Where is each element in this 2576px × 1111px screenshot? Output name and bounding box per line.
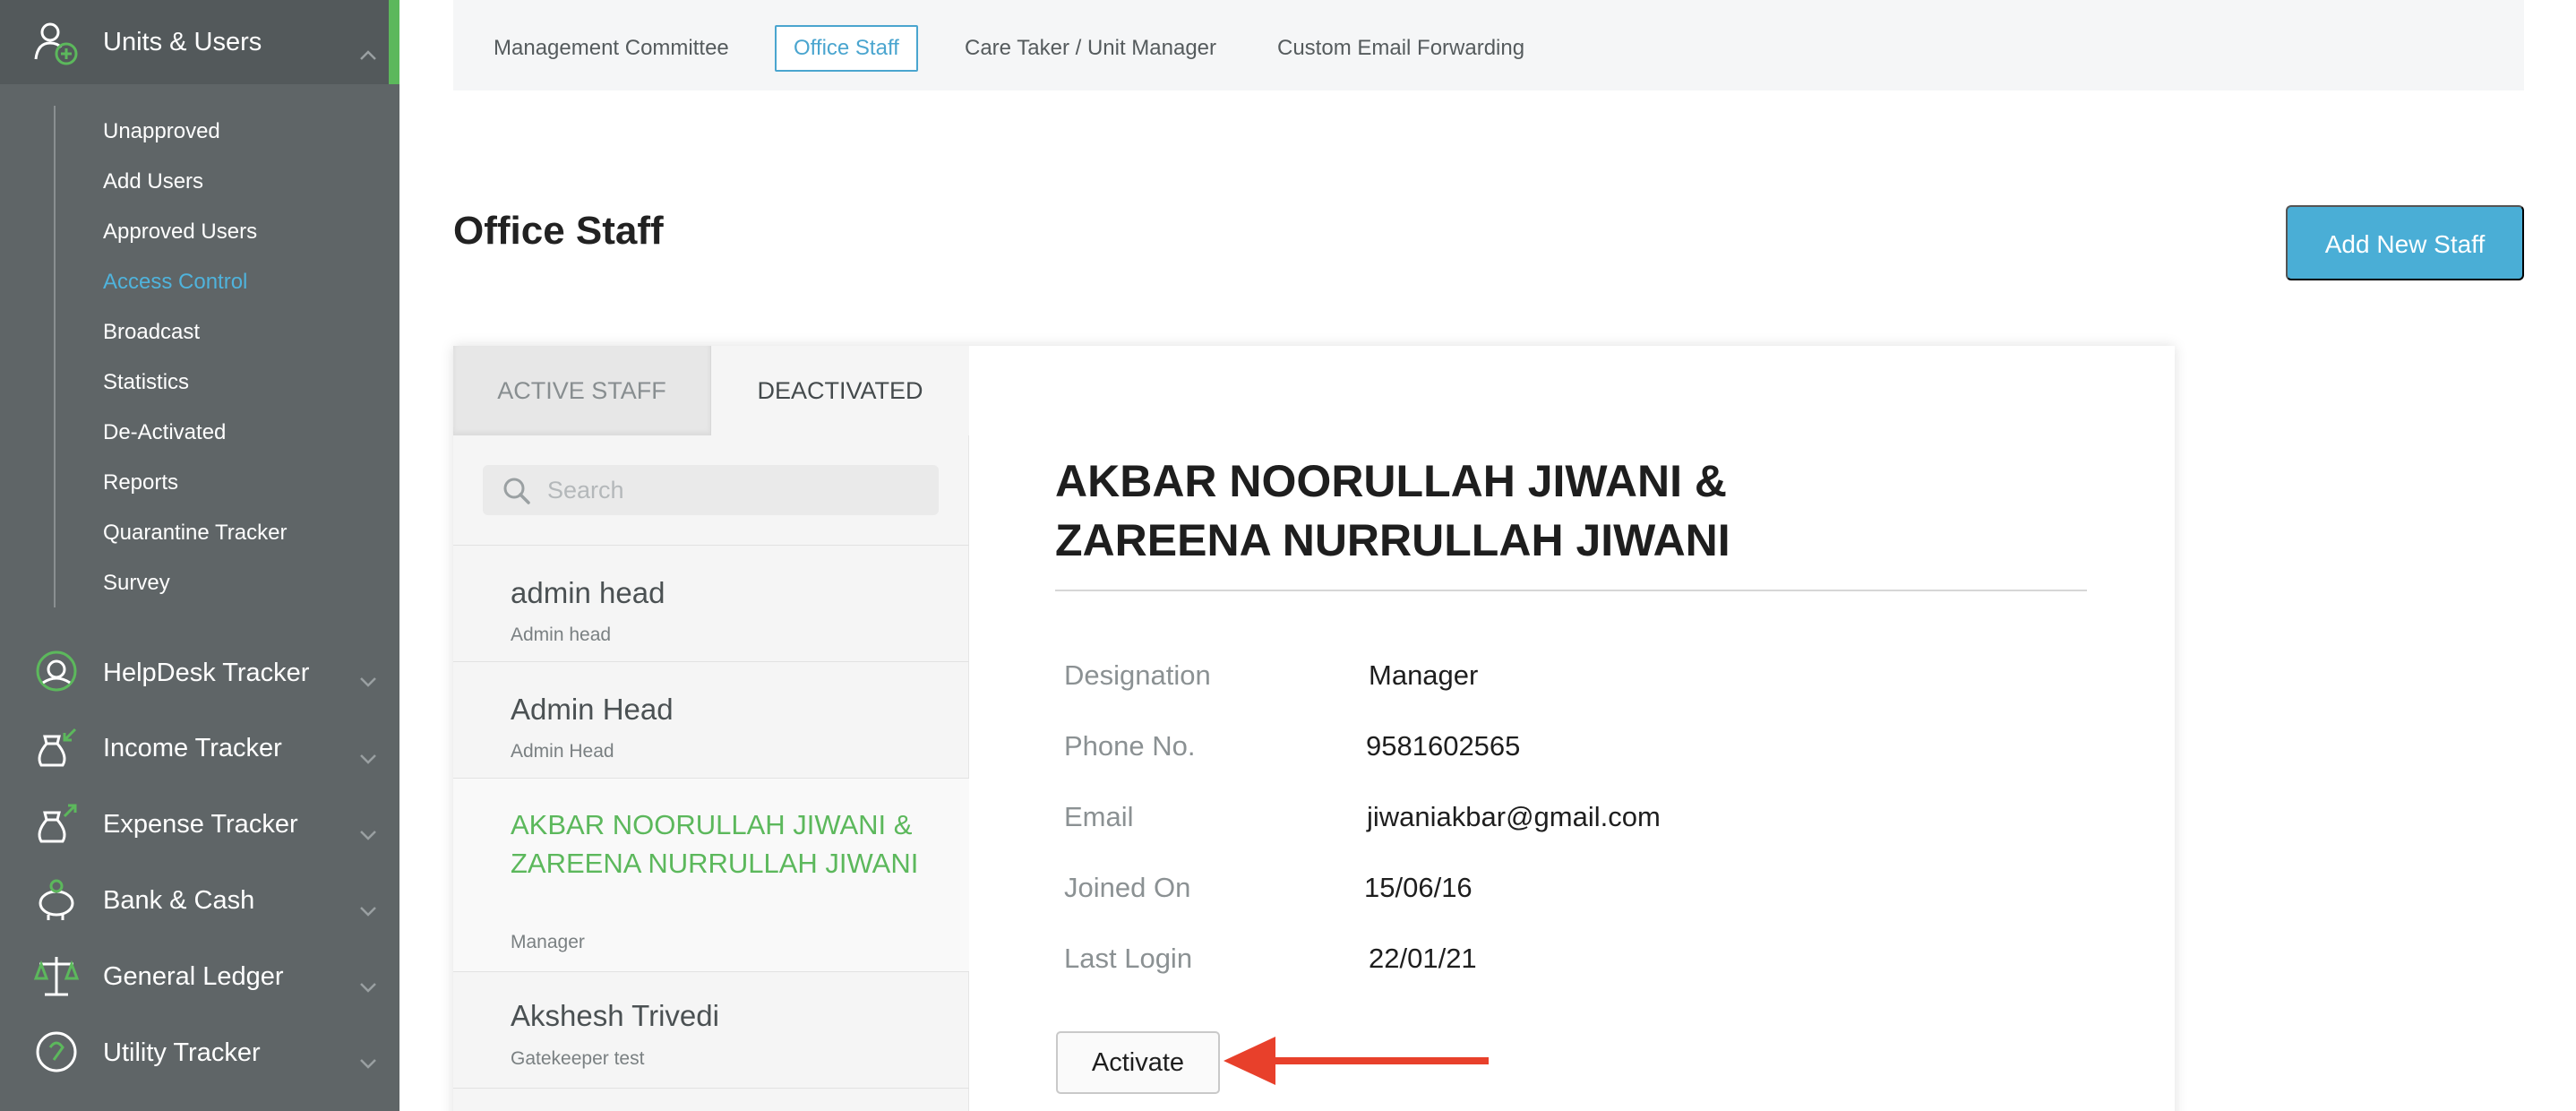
- chevron-down-icon: [360, 754, 376, 764]
- chevron-down-icon: [360, 1059, 376, 1069]
- search-input[interactable]: Search: [483, 465, 939, 515]
- staff-name: Akshesh Trivedi: [511, 999, 719, 1032]
- activate-button[interactable]: Activate: [1056, 1031, 1220, 1094]
- submenu-guide-line: [54, 106, 56, 607]
- tab-care-taker-unit-manager[interactable]: Care Taker / Unit Manager: [965, 25, 1216, 72]
- email-value: jiwaniakbar@gmail.com: [1367, 801, 1661, 832]
- staff-role: Admin head: [511, 624, 612, 645]
- sidebar-subitem-unapproved[interactable]: Unapproved: [103, 118, 220, 145]
- sidebar-subitem-broadcast[interactable]: Broadcast: [103, 319, 200, 346]
- sidebar-subitem-access-control[interactable]: Access Control: [103, 269, 247, 296]
- sidebar-item-label: Bank & Cash: [103, 886, 255, 915]
- phone-value: 9581602565: [1366, 730, 1521, 762]
- tab-office-staff[interactable]: Office Staff: [775, 25, 918, 72]
- sidebar-subitem-quarantine-tracker[interactable]: Quarantine Tracker: [103, 520, 287, 547]
- last-login-value: 22/01/21: [1369, 943, 1477, 974]
- staff-name: admin head: [511, 576, 665, 609]
- page: Units & Users Unapproved Add Users Appro…: [0, 0, 2576, 1111]
- sidebar-subitem-add-users[interactable]: Add Users: [103, 168, 203, 195]
- joined-on-value: 15/06/16: [1364, 872, 1473, 903]
- tab-custom-email-forwarding[interactable]: Custom Email Forwarding: [1277, 25, 1524, 72]
- page-title: Office Staff: [453, 209, 664, 253]
- chevron-down-icon: [360, 907, 376, 917]
- designation-value: Manager: [1369, 659, 1479, 691]
- active-indicator: [389, 0, 399, 84]
- sidebar-item-label: HelpDesk Tracker: [103, 659, 310, 687]
- chevron-down-icon: [360, 831, 376, 840]
- staff-detail-name: AKBAR NOORULLAH JIWANI & ZAREENA NURRULL…: [1055, 456, 1730, 565]
- staff-name: AKBAR NOORULLAH JIWANI & ZAREENA NURRULL…: [511, 809, 919, 879]
- staff-list-item[interactable]: admin head Admin head: [453, 545, 969, 661]
- arrow-left-icon: [1224, 1037, 1489, 1085]
- staff-name: Admin Head: [511, 693, 674, 726]
- piggy-bank-icon: [39, 879, 74, 920]
- headset-icon: [36, 650, 77, 692]
- staff-role: Admin Head: [511, 741, 614, 762]
- staff-role: Gatekeeper test: [511, 1048, 645, 1069]
- money-bag-in-icon: [38, 728, 77, 767]
- search-icon: [503, 478, 530, 504]
- chevron-up-icon: [360, 50, 376, 60]
- staff-list-item-selected[interactable]: AKBAR NOORULLAH JIWANI & ZAREENA NURRULL…: [453, 778, 969, 971]
- staff-card: ACTIVE STAFF DEACTIVATED Search admin he…: [453, 346, 2175, 1111]
- sidebar: Units & Users Unapproved Add Users Appro…: [0, 0, 399, 1111]
- staff-list-item[interactable]: Akshesh Trivedi Gatekeeper test: [453, 971, 969, 1088]
- staff-category-tabs: Management Committee Office Staff Care T…: [453, 0, 2524, 90]
- sidebar-subitem-de-activated[interactable]: De-Activated: [103, 419, 226, 446]
- scales-icon: [33, 957, 80, 996]
- sidebar-subitem-reports[interactable]: Reports: [103, 469, 178, 496]
- sidebar-item-label: General Ledger: [103, 962, 284, 991]
- email-label: Email: [1064, 801, 1134, 832]
- sidebar-item-label: Income Tracker: [103, 734, 282, 762]
- money-bag-out-icon: [38, 804, 77, 843]
- tab-deactivated[interactable]: DEACTIVATED: [711, 346, 969, 435]
- tab-management-committee[interactable]: Management Committee: [494, 25, 729, 72]
- sidebar-item-label: Expense Tracker: [103, 810, 298, 839]
- chevron-down-icon: [360, 983, 376, 993]
- gauge-icon: [36, 1031, 77, 1072]
- divider: [1055, 590, 2087, 591]
- sidebar-subitem-statistics[interactable]: Statistics: [103, 369, 189, 396]
- sidebar-item-label: Units & Users: [103, 28, 262, 56]
- sidebar-subitem-survey[interactable]: Survey: [103, 570, 170, 597]
- sidebar-item-label: Utility Tracker: [103, 1038, 261, 1067]
- add-user-icon: [34, 22, 78, 65]
- chevron-down-icon: [360, 677, 376, 687]
- staff-list-panel: ACTIVE STAFF DEACTIVATED Search admin he…: [453, 346, 969, 1111]
- designation-label: Designation: [1064, 659, 1211, 691]
- tab-active-staff[interactable]: ACTIVE STAFF: [453, 346, 711, 435]
- staff-role: Manager: [511, 932, 585, 952]
- search-placeholder: Search: [547, 477, 624, 504]
- sidebar-item-units-users[interactable]: Units & Users: [0, 0, 399, 84]
- staff-list-item[interactable]: [453, 1088, 969, 1111]
- staff-list-item[interactable]: Admin Head Admin Head: [453, 661, 969, 778]
- joined-on-label: Joined On: [1064, 872, 1191, 903]
- phone-label: Phone No.: [1064, 730, 1196, 762]
- last-login-label: Last Login: [1064, 943, 1193, 974]
- sidebar-subitem-approved-users[interactable]: Approved Users: [103, 219, 257, 245]
- add-new-staff-button[interactable]: Add New Staff: [2286, 205, 2524, 280]
